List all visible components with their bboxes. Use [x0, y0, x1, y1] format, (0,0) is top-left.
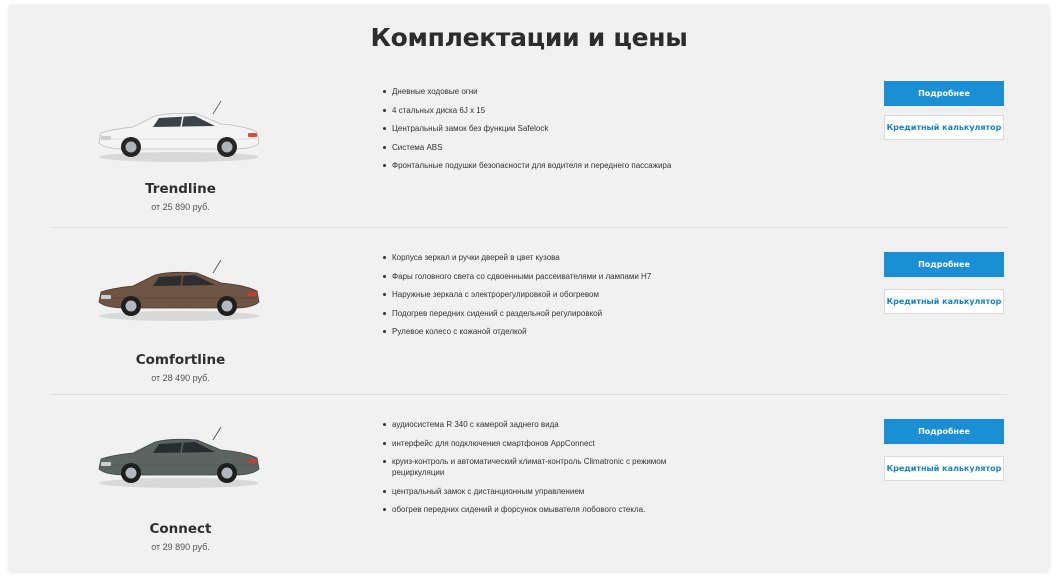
feature-item: Рулевое колесо с кожаной отделкой: [381, 326, 711, 337]
feature-item: Фары головного света со сдвоенными рассе…: [381, 271, 711, 282]
trim-name: Connect: [149, 521, 212, 537]
details-button[interactable]: Подробнее: [884, 419, 1004, 444]
feature-list: Дневные ходовые огни 4 стальных диска 6J…: [381, 86, 711, 179]
trim-price: от 28 490 руб.: [151, 373, 210, 383]
feature-item: Дневные ходовые огни: [381, 86, 711, 97]
trim-row-comfortline: Comfortline от 28 490 руб. Корпуса зерка…: [51, 227, 1007, 383]
trim-row-connect: Connect от 29 890 руб. аудиосистема R 34…: [51, 394, 1007, 552]
feature-item: Фронтальные подушки безопасности для вод…: [381, 160, 711, 171]
credit-calculator-button[interactable]: Кредитный калькулятор: [884, 456, 1004, 481]
feature-list: Корпуса зеркал и ручки дверей в цвет куз…: [381, 252, 711, 345]
trim-name: Comfortline: [135, 352, 226, 368]
feature-list: аудиосистема R 340 с камерой заднего вид…: [381, 419, 711, 523]
feature-item: аудиосистема R 340 с камерой заднего вид…: [381, 419, 711, 430]
car-image-trendline: [98, 100, 260, 162]
credit-calculator-button[interactable]: Кредитный калькулятор: [884, 115, 1004, 140]
feature-item: центральный замок с дистанционным управл…: [381, 486, 711, 497]
car-image-connect: [98, 426, 260, 488]
trim-name: Trendline: [145, 181, 216, 197]
feature-item: Подогрев передних сидений с раздельной р…: [381, 308, 711, 319]
feature-item: Наружные зеркала с электрорегулировкой и…: [381, 289, 711, 300]
feature-item: интерфейс для подключения смартфонов App…: [381, 438, 711, 449]
feature-item: обогрев передних сидений и форсунок омыв…: [381, 504, 711, 515]
feature-item: Корпуса зеркал и ручки дверей в цвет куз…: [381, 252, 711, 263]
credit-calculator-button[interactable]: Кредитный калькулятор: [884, 289, 1004, 314]
feature-item: 4 стальных диска 6J x 15: [381, 105, 711, 116]
trims-section: Комплектации и цены Trendline от 25 890 …: [9, 5, 1049, 571]
details-button[interactable]: Подробнее: [884, 81, 1004, 106]
section-title: Комплектации и цены: [370, 23, 688, 52]
car-image-comfortline: [98, 259, 260, 321]
trim-price: от 25 890 руб.: [151, 202, 210, 212]
feature-item: Центральный замок без функции Safelock: [381, 123, 711, 134]
trim-row-trendline: Trendline от 25 890 руб. Дневные ходовые…: [51, 75, 1007, 227]
trim-price: от 29 890 руб.: [151, 542, 210, 552]
details-button[interactable]: Подробнее: [884, 252, 1004, 277]
feature-item: круиз-контроль и автоматический климат-к…: [381, 456, 711, 478]
feature-item: Система ABS: [381, 142, 711, 153]
